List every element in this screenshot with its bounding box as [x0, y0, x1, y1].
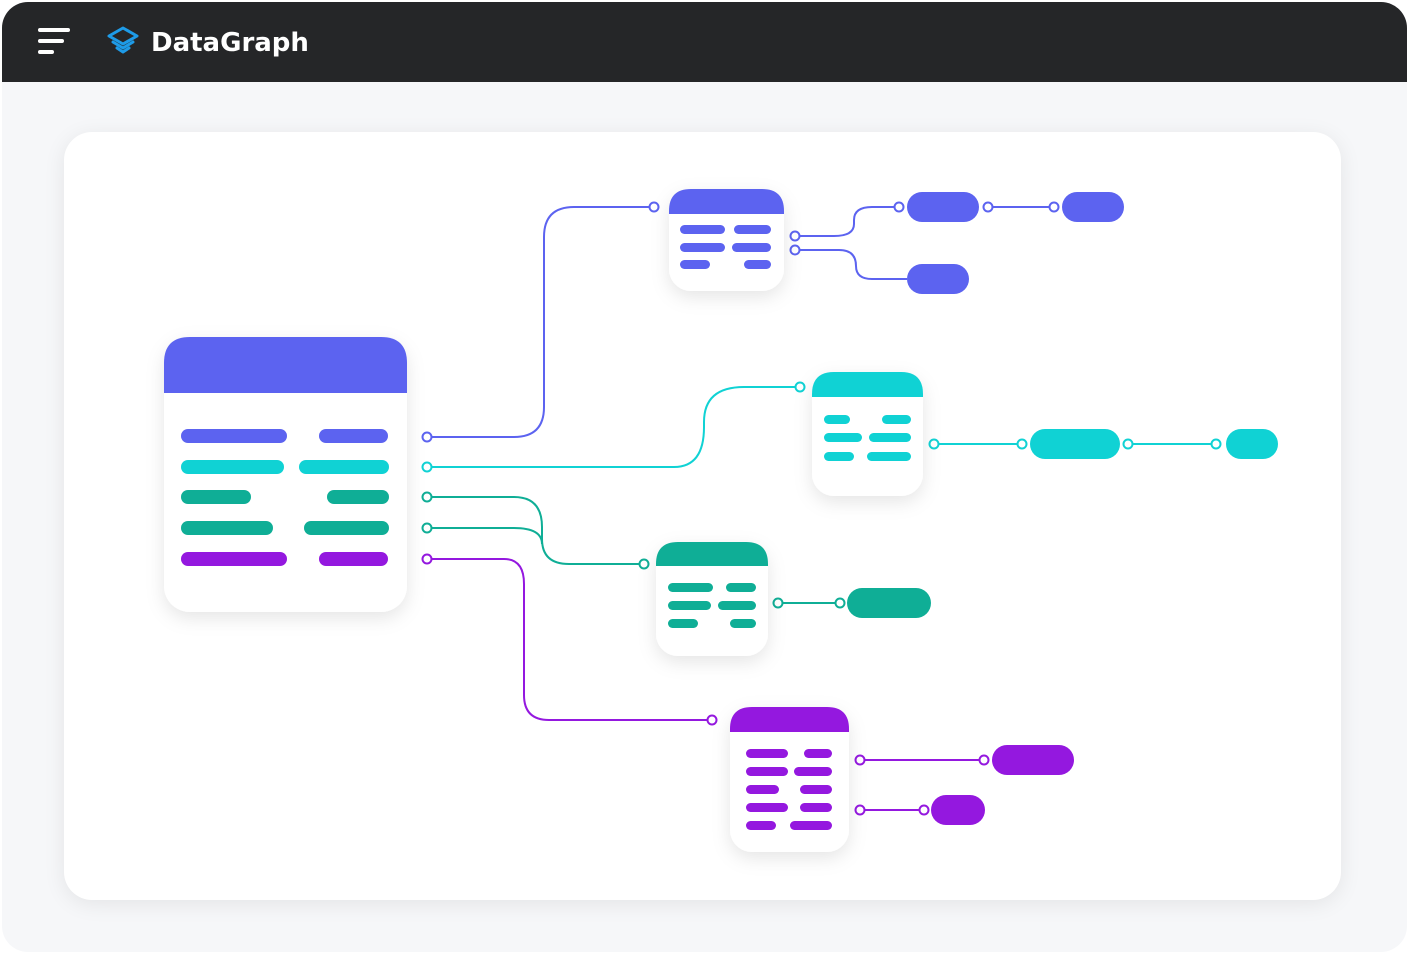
output-pill[interactable] [907, 264, 969, 294]
output-pill[interactable] [1062, 192, 1124, 222]
connector-main-to-indigo-table [421, 201, 660, 443]
output-pill[interactable] [992, 745, 1074, 775]
purple-output-pills [931, 745, 1074, 825]
output-pill[interactable] [847, 588, 931, 618]
output-pill[interactable] [1226, 429, 1278, 459]
app-window: DataGraph [2, 2, 1407, 952]
top-bar: DataGraph [2, 2, 1407, 82]
output-pill[interactable] [907, 192, 979, 222]
hamburger-menu-icon[interactable] [38, 28, 74, 56]
cyan-table-node[interactable] [812, 372, 923, 496]
teal-output-pills [847, 588, 931, 618]
data-flow-diagram [164, 189, 1278, 852]
indigo-table-node[interactable] [669, 189, 784, 291]
connector-main-to-cyan-table [421, 381, 806, 473]
connector-main-to-teal-table [421, 491, 650, 570]
purple-table-node[interactable] [730, 707, 849, 852]
diagram-canvas [64, 132, 1341, 900]
output-pill[interactable] [931, 795, 985, 825]
app-title: DataGraph [151, 28, 309, 58]
stacked-layers-logo-icon [107, 26, 139, 54]
teal-table-node[interactable] [656, 542, 768, 656]
connector-teal-outputs [772, 597, 846, 609]
output-pill[interactable] [1030, 429, 1120, 459]
main-table-node[interactable] [164, 337, 407, 612]
